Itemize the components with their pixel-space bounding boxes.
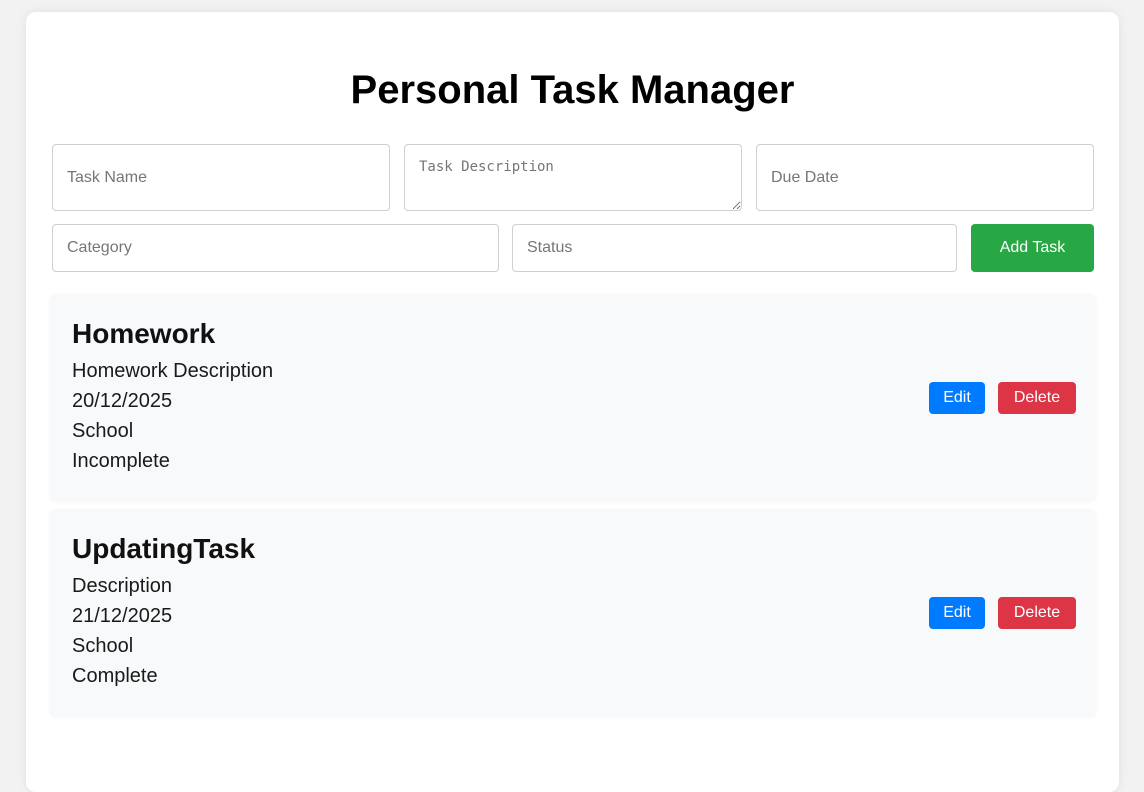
edit-button[interactable]: Edit <box>929 382 985 414</box>
task-due-date: 21/12/2025 <box>72 605 173 627</box>
delete-button[interactable]: Delete <box>998 597 1076 629</box>
task-description: Description <box>72 575 173 597</box>
task-due-date: 20/12/2025 <box>72 390 173 412</box>
task-description-input[interactable] <box>404 144 742 211</box>
task-name: UpdatingTask <box>72 533 256 564</box>
status-input[interactable] <box>512 224 957 272</box>
task-name: Homework <box>72 318 216 349</box>
task-name-input[interactable] <box>52 144 390 211</box>
task-description: Homework Description <box>72 360 274 382</box>
task-category: School <box>72 635 134 657</box>
due-date-input[interactable] <box>756 144 1094 211</box>
edit-button[interactable]: Edit <box>929 597 985 629</box>
task-card: UpdatingTask Description 21/12/2025 Scho… <box>50 510 1096 717</box>
page-title: Personal Task Manager <box>350 68 795 112</box>
task-category: School <box>72 420 134 442</box>
task-status: Complete <box>72 665 158 687</box>
task-card: Homework Homework Description 20/12/2025… <box>50 295 1096 502</box>
task-manager-container: Personal Task Manager Add Task Homework … <box>26 12 1119 792</box>
task-status: Incomplete <box>72 450 170 472</box>
add-task-button[interactable]: Add Task <box>971 224 1094 272</box>
category-input[interactable] <box>52 224 499 272</box>
delete-button[interactable]: Delete <box>998 382 1076 414</box>
